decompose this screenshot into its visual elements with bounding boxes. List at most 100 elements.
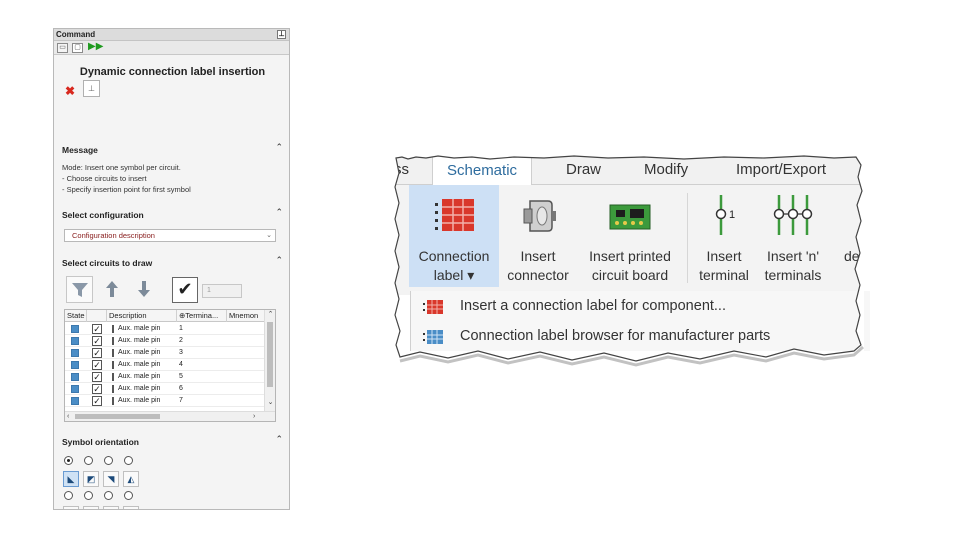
row-checkbox[interactable]: ✓ bbox=[92, 336, 102, 346]
orientation-section-title: Symbol orientation bbox=[62, 437, 139, 447]
orientation-radio[interactable] bbox=[84, 491, 93, 500]
orientation-radio[interactable] bbox=[104, 456, 113, 465]
state-icon bbox=[71, 361, 79, 369]
menu-item-insert-label[interactable]: Insert a connection label for component.… bbox=[411, 291, 871, 321]
scroll-thumb[interactable] bbox=[75, 414, 160, 419]
table-row[interactable]: ✓ Aux. male pin 5 bbox=[65, 371, 265, 383]
orientation-up-icon[interactable]: ◩ bbox=[83, 471, 99, 487]
orientation-down-icon[interactable]: ◭ bbox=[123, 471, 139, 487]
row-description: Aux. male pin bbox=[118, 337, 161, 344]
tab-import-export[interactable]: Import/Export bbox=[736, 155, 826, 185]
tab-modify[interactable]: Modify bbox=[644, 155, 688, 185]
table-row[interactable]: ✓ Aux. male pin 3 bbox=[65, 347, 265, 359]
insert-pcb-line1: Insert printed bbox=[589, 248, 671, 264]
message-section-title: Message bbox=[62, 145, 98, 155]
connection-label-icon bbox=[435, 199, 474, 231]
orientation-radio[interactable] bbox=[124, 456, 133, 465]
connection-label-line1: Connection bbox=[418, 248, 490, 264]
scroll-thumb[interactable] bbox=[267, 322, 273, 387]
grid-vertical-scrollbar[interactable]: ⌃ ⌄ bbox=[264, 310, 275, 413]
cut-off-ribbon-button[interactable]: de bbox=[834, 185, 864, 287]
row-terminal: 3 bbox=[179, 349, 183, 356]
row-checkbox[interactable]: ✓ bbox=[92, 372, 102, 382]
row-description: Aux. male pin bbox=[118, 373, 161, 380]
row-terminal: 2 bbox=[179, 337, 183, 344]
insert-pcb-button[interactable]: Insert printed circuit board bbox=[578, 185, 682, 287]
tab-draw[interactable]: Draw bbox=[566, 155, 601, 185]
config-collapse-icon[interactable]: ⌃ bbox=[275, 207, 283, 218]
orientation-radio[interactable] bbox=[104, 491, 113, 500]
orientation-right-icon[interactable]: ◣ bbox=[63, 471, 79, 487]
circuits-collapse-icon[interactable]: ⌃ bbox=[275, 255, 283, 266]
col-description[interactable]: Description bbox=[107, 310, 177, 322]
insert-connector-text: Insert connector bbox=[500, 247, 576, 285]
row-terminal: 1 bbox=[179, 325, 183, 332]
circuit-count-input[interactable]: 1 bbox=[202, 284, 242, 298]
col-mnemonic[interactable]: Mnemon bbox=[227, 310, 265, 322]
insert-pcb-line2: circuit board bbox=[591, 267, 669, 283]
grid-header: State Description ⊕Termina... Mnemon bbox=[65, 310, 265, 322]
insert-terminal-button[interactable]: 1 Insert terminal bbox=[692, 185, 756, 287]
ribbon-separator bbox=[687, 193, 688, 283]
move-up-button[interactable] bbox=[98, 276, 125, 303]
table-row[interactable]: ✓ Aux. male pin 6 bbox=[65, 383, 265, 395]
table-row[interactable]: ✓ Aux. male pin 4 bbox=[65, 359, 265, 371]
scroll-up-icon[interactable]: ⌃ bbox=[265, 310, 275, 318]
command-title: Command bbox=[56, 30, 96, 39]
tab-properties-icon[interactable]: ▭ bbox=[57, 43, 68, 53]
orientation-mirror-right-icon[interactable]: ◤ bbox=[63, 506, 79, 509]
message-collapse-icon[interactable]: ⌃ bbox=[275, 142, 283, 153]
orientation-collapse-icon[interactable]: ⌃ bbox=[275, 434, 283, 445]
row-checkbox[interactable]: ✓ bbox=[92, 324, 102, 334]
orientation-radio[interactable] bbox=[64, 456, 73, 465]
row-checkbox[interactable]: ✓ bbox=[92, 360, 102, 370]
ribbon-clipping: ss Schematic Draw Modify Import/Export C… bbox=[394, 155, 870, 370]
col-check[interactable] bbox=[87, 310, 107, 322]
row-checkbox[interactable]: ✓ bbox=[92, 396, 102, 406]
dock-pin-button[interactable]: ⊥ bbox=[277, 30, 286, 39]
orientation-radio[interactable] bbox=[64, 491, 73, 500]
table-row[interactable]: ✓ Aux. male pin 2 bbox=[65, 335, 265, 347]
tab-library-icon[interactable]: ▢ bbox=[72, 43, 83, 53]
male-pin-icon bbox=[112, 349, 114, 357]
connection-label-menu: Insert a connection label for component.… bbox=[410, 291, 870, 351]
orientation-left-icon[interactable]: ◥ bbox=[103, 471, 119, 487]
scroll-down-icon[interactable]: ⌄ bbox=[265, 398, 275, 406]
label-browser-icon bbox=[423, 330, 443, 344]
orientation-mirror-down-icon[interactable]: ▶ bbox=[123, 506, 139, 509]
row-checkbox[interactable]: ✓ bbox=[92, 348, 102, 358]
tab-ss[interactable]: ss bbox=[394, 155, 409, 185]
scroll-left-icon[interactable]: ‹ bbox=[67, 412, 69, 421]
table-row[interactable]: ✓ Aux. male pin 7 bbox=[65, 395, 265, 407]
move-down-button[interactable] bbox=[130, 276, 157, 303]
circuits-grid: State Description ⊕Termina... Mnemon ✓ A… bbox=[64, 309, 276, 422]
row-terminal: 5 bbox=[179, 373, 183, 380]
scroll-right-icon[interactable]: › bbox=[253, 412, 255, 421]
cut-off-ribbon-text: de bbox=[834, 247, 864, 266]
menu-item-label-browser[interactable]: Connection label browser for manufacture… bbox=[411, 321, 871, 351]
command-tabs: ▭ ▢ ▶▶ bbox=[54, 41, 289, 55]
table-row[interactable]: ✓ Aux. male pin 1 bbox=[65, 323, 265, 335]
filter-button[interactable] bbox=[66, 276, 93, 303]
keep-open-pin-button[interactable]: ⊥ bbox=[83, 80, 100, 97]
grid-horizontal-scrollbar[interactable]: ‹ › bbox=[65, 411, 275, 421]
configuration-select[interactable]: Configuration description ⌄ bbox=[64, 229, 276, 242]
orientation-mirror-left-icon[interactable]: ◢ bbox=[103, 506, 119, 509]
connection-label-button[interactable]: Connection label ▾ bbox=[409, 185, 499, 287]
orientation-mirror-up-icon[interactable]: ◪ bbox=[83, 506, 99, 509]
select-all-checkbox[interactable]: ✔ bbox=[172, 277, 198, 303]
col-state[interactable]: State bbox=[65, 310, 87, 322]
row-terminal: 6 bbox=[179, 385, 183, 392]
row-checkbox[interactable]: ✓ bbox=[92, 384, 102, 394]
insert-n-terminals-button[interactable]: Insert 'n' terminals bbox=[758, 185, 828, 287]
tab-run-icon[interactable]: ▶▶ bbox=[88, 42, 103, 53]
connector-icon bbox=[523, 200, 556, 232]
orientation-radio[interactable] bbox=[124, 491, 133, 500]
orientation-radio[interactable] bbox=[84, 456, 93, 465]
insert-connector-line2: connector bbox=[507, 267, 569, 283]
row-description: Aux. male pin bbox=[118, 325, 161, 332]
col-terminal[interactable]: ⊕Termina... bbox=[177, 310, 227, 322]
cancel-button[interactable]: ✖ bbox=[65, 84, 75, 98]
insert-connector-button[interactable]: Insert connector bbox=[500, 185, 576, 287]
tab-schematic[interactable]: Schematic bbox=[432, 155, 533, 186]
